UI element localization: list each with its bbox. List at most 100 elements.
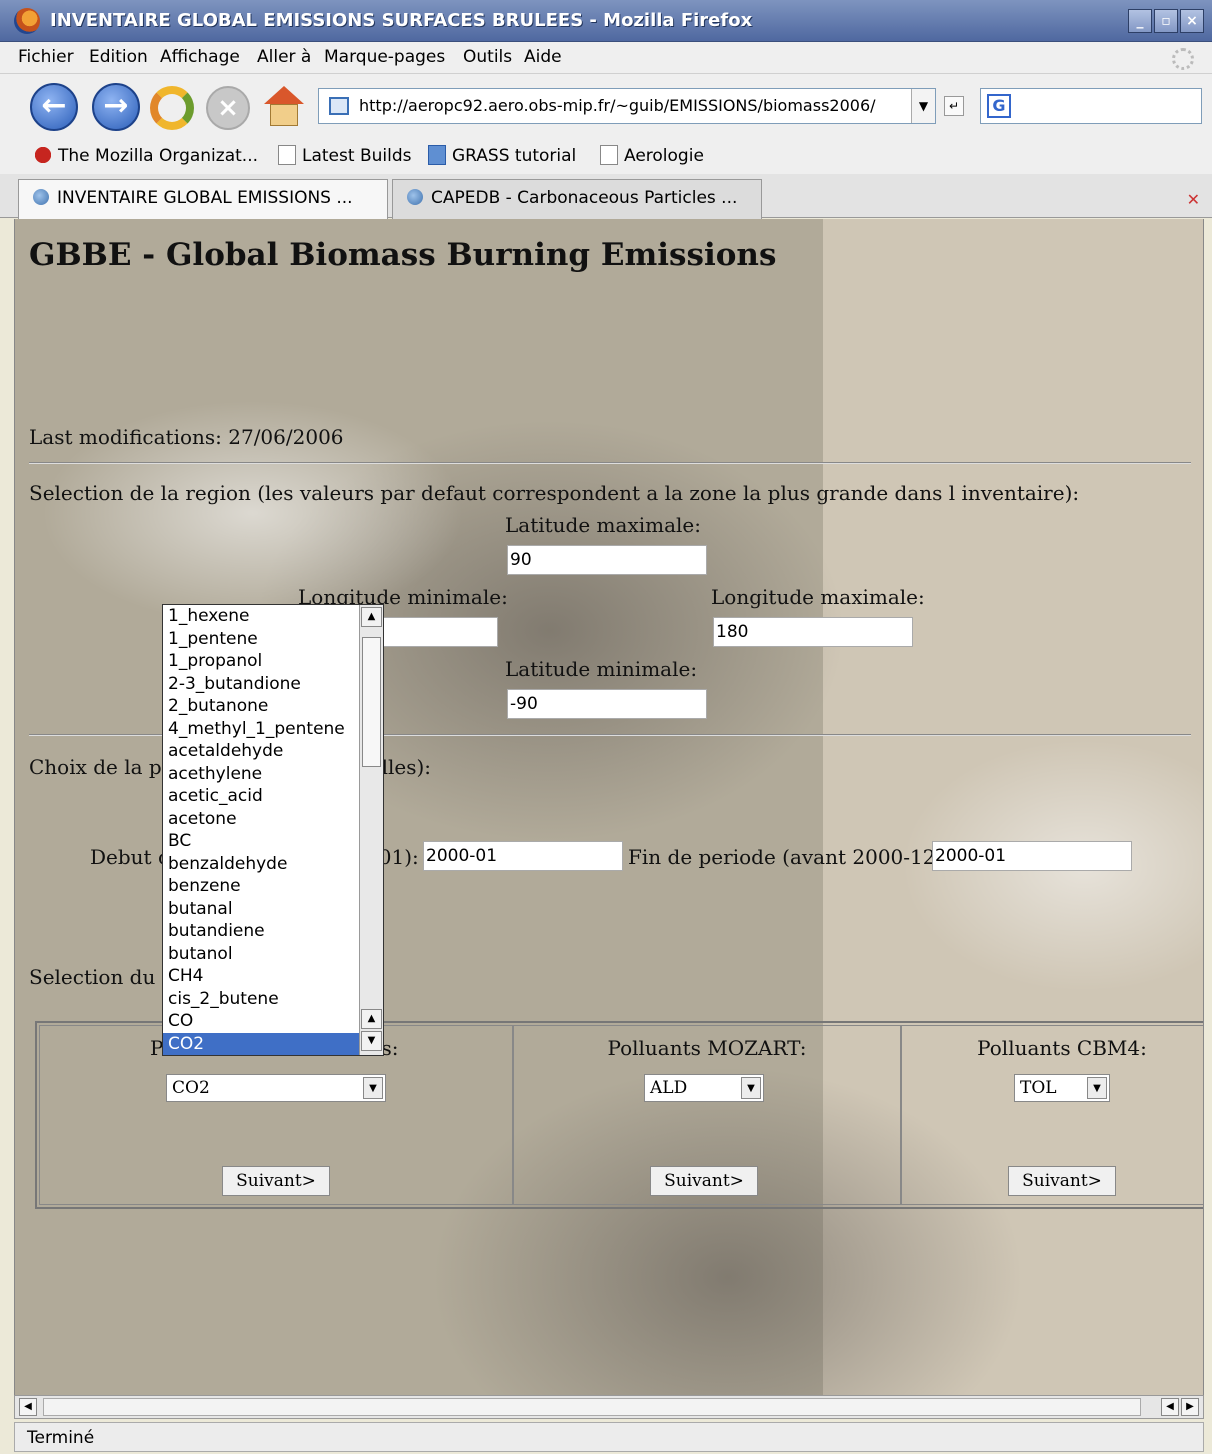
forward-button[interactable]: → [92, 83, 140, 131]
col3-select[interactable]: TOL ▼ [1014, 1074, 1110, 1102]
menu-aide[interactable]: Aide [524, 47, 562, 67]
bookmark-label: Latest Builds [302, 146, 412, 166]
home-button[interactable] [262, 84, 306, 128]
next-button-1[interactable]: Suivant> [222, 1166, 330, 1196]
tab-bar: INVENTAIRE GLOBAL EMISSIONS ... CAPEDB -… [0, 174, 1212, 219]
search-box[interactable]: G [980, 88, 1202, 124]
horizontal-scrollbar[interactable]: ◀ ◀ ▶ [14, 1395, 1204, 1419]
divider [29, 462, 1191, 464]
bookmark-mozilla[interactable]: The Mozilla Organizat... [34, 145, 258, 166]
bookmark-grass-tutorial[interactable]: GRASS tutorial [428, 145, 576, 166]
minimize-icon[interactable]: _ [1128, 9, 1152, 33]
tab-capedb[interactable]: CAPEDB - Carbonaceous Particles ... [392, 179, 762, 219]
menu-edition[interactable]: Edition [89, 47, 148, 67]
dropdown-option[interactable]: 1_pentene [163, 628, 383, 651]
bookmark-aerologie[interactable]: Aerologie [600, 145, 704, 166]
scroll-up-icon[interactable]: ▲ [361, 607, 382, 627]
dropdown-option[interactable]: acethylene [163, 763, 383, 786]
scroll-left-icon[interactable]: ◀ [1161, 1398, 1179, 1416]
next-button-2[interactable]: Suivant> [650, 1166, 758, 1196]
close-icon[interactable]: × [1180, 9, 1204, 33]
dropdown-option[interactable]: acetone [163, 808, 383, 831]
lat-min-input[interactable]: -90 [507, 689, 707, 719]
scroll-left-icon[interactable]: ◀ [19, 1398, 37, 1416]
period-label-start: Choix de la pe [29, 755, 174, 779]
bookmark-label: GRASS tutorial [452, 146, 577, 166]
go-button[interactable]: ↵ [944, 96, 964, 116]
debut-input[interactable]: 2000-01 [423, 841, 623, 871]
dropdown-option[interactable]: CH4 [163, 965, 383, 988]
region-label: Selection de la region (les valeurs par … [29, 481, 1080, 505]
scroll-thumb[interactable] [362, 637, 381, 767]
dropdown-option[interactable]: butanol [163, 943, 383, 966]
back-button[interactable]: ← [30, 83, 78, 131]
address-dropdown-icon[interactable]: ▼ [911, 89, 935, 123]
scroll-right-icon[interactable]: ▶ [1181, 1398, 1199, 1416]
lon-max-input[interactable]: 180 [713, 617, 913, 647]
dropdown-option[interactable]: acetaldehyde [163, 740, 383, 763]
col1-select-value: CO2 [172, 1078, 210, 1098]
dropdown-option[interactable]: acetic_acid [163, 785, 383, 808]
stop-button[interactable]: × [206, 86, 250, 130]
scroll-down-icon[interactable]: ▼ [361, 1031, 382, 1051]
period-label-end: lles): [381, 755, 432, 779]
address-bar[interactable]: http://aeropc92.aero.obs-mip.fr/~guib/EM… [318, 88, 936, 124]
dropdown-option[interactable]: benzaldehyde [163, 853, 383, 876]
address-url[interactable]: http://aeropc92.aero.obs-mip.fr/~guib/EM… [359, 96, 876, 115]
lat-max-input[interactable]: 90 [507, 545, 707, 575]
col3-select-value: TOL [1020, 1078, 1057, 1098]
status-bar: Terminé [14, 1422, 1204, 1452]
window-title: INVENTAIRE GLOBAL EMISSIONS SURFACES BRU… [50, 10, 753, 31]
dropdown-option[interactable]: 1_hexene [163, 605, 383, 628]
page-icon [329, 97, 349, 115]
col1-select[interactable]: CO2 ▼ [166, 1074, 386, 1102]
dropdown-option[interactable]: butanal [163, 898, 383, 921]
dropdown-scrollbar[interactable]: ▲ ▲ ▼ [359, 605, 383, 1055]
col2-title: Polluants MOZART: [607, 1036, 807, 1060]
tab-label: INVENTAIRE GLOBAL EMISSIONS ... [57, 188, 353, 208]
bookmark-latest-builds[interactable]: Latest Builds [278, 145, 411, 166]
lat-min-label: Latitude minimale: [505, 657, 698, 681]
debut-label-start: Debut d [90, 845, 171, 869]
chevron-down-icon: ▼ [363, 1077, 383, 1099]
dropdown-option[interactable]: 4_methyl_1_pentene [163, 718, 383, 741]
home-icon-body [270, 104, 298, 126]
home-icon [264, 86, 304, 104]
fin-input[interactable]: 2000-01 [932, 841, 1132, 871]
google-search-icon[interactable]: G [987, 94, 1011, 118]
dropdown-option[interactable]: butandiene [163, 920, 383, 943]
folder-icon [428, 145, 446, 165]
window-title-bar: INVENTAIRE GLOBAL EMISSIONS SURFACES BRU… [0, 0, 1212, 42]
page-icon [600, 145, 618, 165]
dropdown-option[interactable]: BC [163, 830, 383, 853]
page-title: GBBE - Global Biomass Burning Emissions [29, 237, 777, 273]
stop-icon: × [217, 93, 239, 123]
dropdown-option[interactable]: CO2 [163, 1032, 383, 1055]
scroll-up-icon[interactable]: ▲ [361, 1009, 382, 1029]
dropdown-option[interactable]: benzene [163, 875, 383, 898]
tab-inventaire[interactable]: INVENTAIRE GLOBAL EMISSIONS ... [18, 179, 388, 219]
dropdown-option[interactable]: cis_2_butene [163, 988, 383, 1011]
chevron-down-icon: ▼ [1087, 1077, 1107, 1099]
maximize-icon[interactable]: ▫ [1154, 9, 1178, 33]
bookmarks-toolbar: The Mozilla Organizat... Latest Builds G… [0, 138, 1212, 174]
lon-max-label: Longitude maximale: [711, 585, 925, 609]
reload-button[interactable] [150, 86, 194, 130]
dropdown-option[interactable]: 1_propanol [163, 650, 383, 673]
menu-fichier[interactable]: Fichier [18, 47, 74, 67]
dropdown-option[interactable]: 2_butanone [163, 695, 383, 718]
col2-select[interactable]: ALD ▼ [644, 1074, 764, 1102]
next-button-3[interactable]: Suivant> [1008, 1166, 1116, 1196]
menu-aller-a[interactable]: Aller à [257, 47, 311, 67]
menu-marque-pages[interactable]: Marque-pages [324, 47, 445, 67]
col1-title-end: s: [381, 1036, 399, 1060]
pollutant-dropdown-list[interactable]: 1_hexene 1_pentene 1_propanol 2-3_butandion… [162, 604, 384, 1056]
dropdown-option[interactable]: 2-3_butandione [163, 673, 383, 696]
close-tab-icon[interactable]: ✕ [1187, 190, 1200, 209]
dropdown-option[interactable]: CO [163, 1010, 383, 1033]
horizontal-scroll-thumb[interactable] [43, 1398, 1141, 1416]
menu-outils[interactable]: Outils [463, 47, 512, 67]
lat-max-label: Latitude maximale: [505, 513, 701, 537]
menu-affichage[interactable]: Affichage [160, 47, 240, 67]
arrow-right-icon: → [103, 88, 129, 123]
